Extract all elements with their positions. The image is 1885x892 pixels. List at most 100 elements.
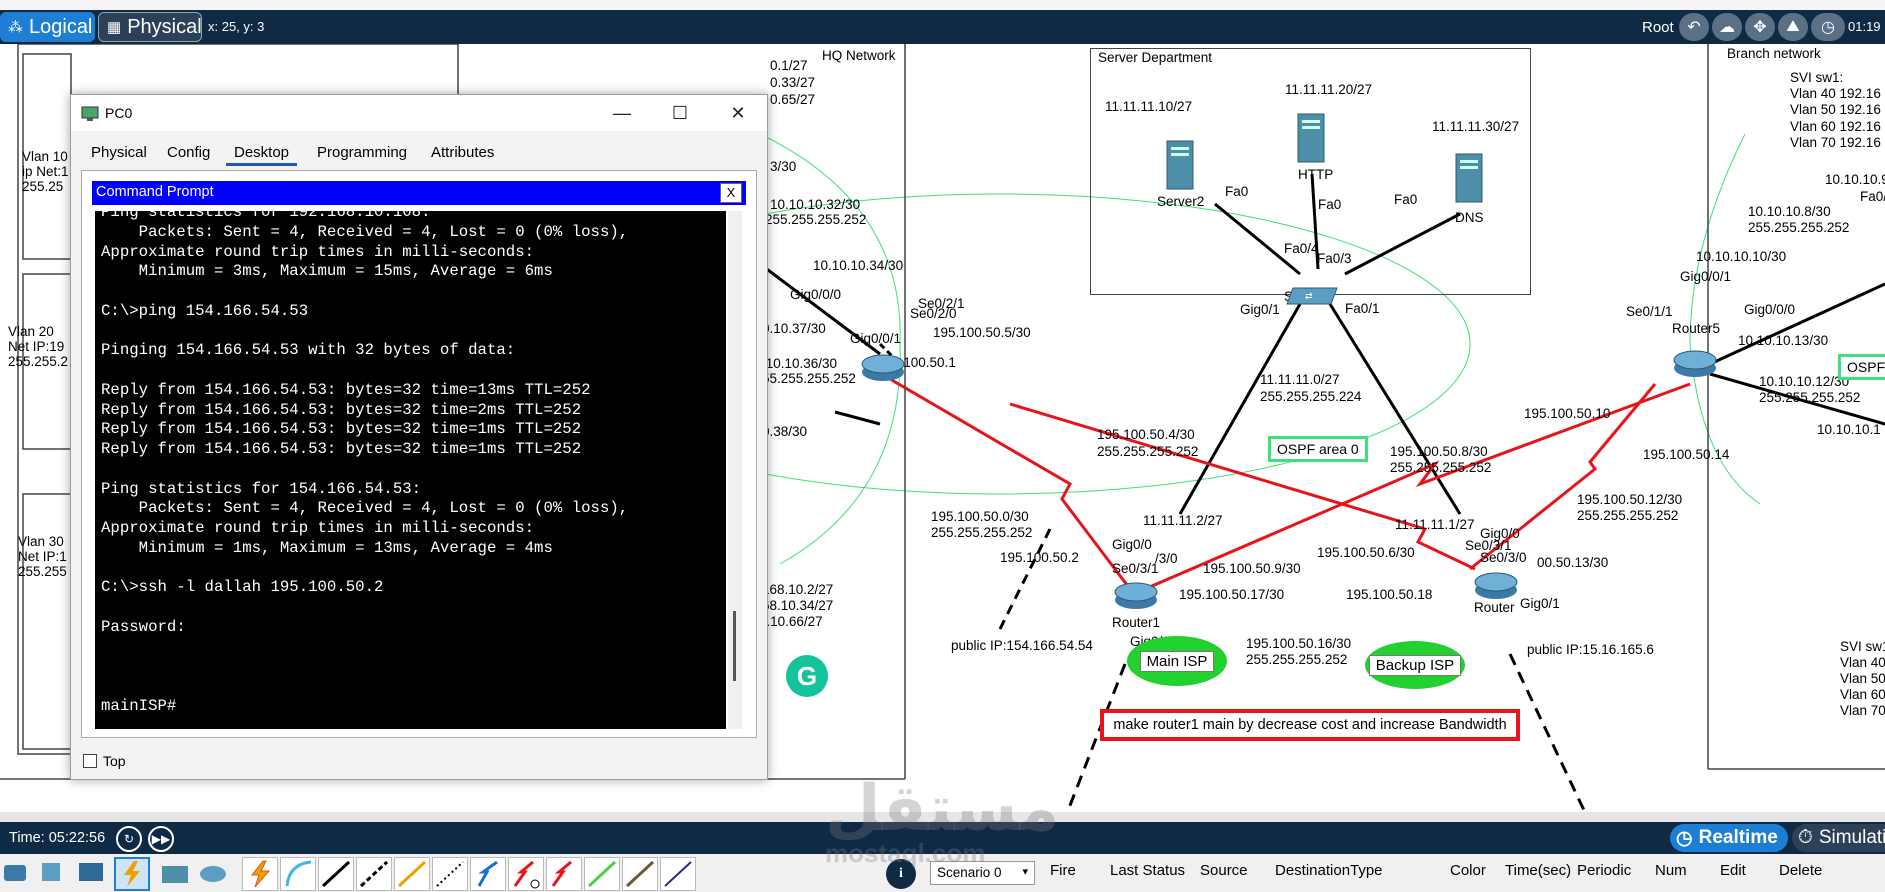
pdu-header-source[interactable]: Source bbox=[1200, 862, 1248, 879]
top-checkbox-box[interactable] bbox=[83, 754, 97, 768]
pdu-header-fire[interactable]: Fire bbox=[1050, 862, 1076, 879]
network-devices-icon[interactable] bbox=[0, 857, 36, 891]
straight-cable-icon[interactable] bbox=[318, 857, 354, 891]
dns-server-icon[interactable] bbox=[1454, 152, 1484, 204]
tab-attributes[interactable]: Attributes bbox=[423, 140, 502, 166]
label-c24: Router bbox=[1474, 600, 1515, 615]
label-vlan20: Vlan 20 bbox=[8, 324, 54, 339]
command-prompt-close-button[interactable]: X bbox=[720, 183, 742, 203]
label-b1: SVI sw1: bbox=[1790, 70, 1844, 85]
grammarly-icon[interactable]: G bbox=[785, 654, 829, 698]
octal-cable-icon[interactable] bbox=[584, 857, 620, 891]
label-b14: Router5 bbox=[1672, 321, 1721, 336]
main-isp-label: Main ISP bbox=[1139, 650, 1215, 672]
pdu-header-time-sec[interactable]: Time(sec) bbox=[1505, 862, 1571, 879]
label-c4: 255.255.255.252 bbox=[1097, 444, 1199, 459]
minimize-button[interactable]: — bbox=[599, 99, 645, 127]
phone-cable-icon[interactable] bbox=[432, 857, 468, 891]
label-s6: DNS bbox=[1455, 210, 1484, 225]
logical-icon: ⁂ bbox=[8, 19, 23, 36]
label-h19: 68.10.34/27 bbox=[762, 598, 834, 613]
image-icon[interactable]: ⛰ bbox=[1778, 13, 1808, 41]
router1-icon[interactable] bbox=[1113, 578, 1159, 612]
maximize-button[interactable]: ☐ bbox=[657, 99, 703, 127]
label-c7: 195.100.50.0/30 bbox=[931, 509, 1029, 524]
close-button[interactable]: ✕ bbox=[715, 99, 761, 127]
clock-icon[interactable]: ◷ bbox=[1811, 13, 1845, 41]
pdu-header-type[interactable]: Type bbox=[1350, 862, 1383, 879]
tab-config[interactable]: Config bbox=[159, 140, 218, 166]
label-c19: Se0/3/0 bbox=[1480, 550, 1527, 565]
console-cable-icon[interactable] bbox=[280, 857, 316, 891]
realtime-mode-button[interactable]: ◷ Realtime bbox=[1670, 824, 1788, 852]
terminal-scrollbar[interactable] bbox=[728, 211, 742, 729]
http-server-icon[interactable] bbox=[1296, 112, 1326, 164]
components-icon[interactable] bbox=[76, 857, 112, 891]
label-c3: 195.100.50.4/30 bbox=[1097, 427, 1195, 442]
end-devices-icon[interactable] bbox=[38, 857, 74, 891]
usb-cable-icon[interactable] bbox=[660, 857, 696, 891]
watermark-url: mostaql.com bbox=[825, 838, 986, 868]
hq-router-icon[interactable] bbox=[860, 350, 906, 384]
backup-router-icon[interactable] bbox=[1473, 568, 1519, 602]
label-h7: 10.10.10.34/30 bbox=[813, 258, 904, 273]
switch7-icon[interactable]: ⇄ bbox=[1285, 284, 1339, 308]
tab-physical[interactable]: Physical bbox=[83, 140, 155, 166]
back-icon[interactable]: ↶ bbox=[1679, 13, 1709, 41]
simulation-label: Simulati bbox=[1818, 827, 1885, 848]
fast-forward-icon[interactable]: ▶▶ bbox=[148, 826, 174, 852]
cloud-icon[interactable]: ☁ bbox=[1712, 13, 1742, 41]
label-b20: Vlan 40 bbox=[1840, 655, 1885, 670]
terminal-output-area[interactable]: Ping statistics for 192.168.10.108: Pack… bbox=[95, 211, 726, 729]
label-mask3: 255.255 bbox=[18, 564, 67, 579]
label-s2: 11.11.11.20/27 bbox=[1285, 82, 1373, 97]
pc0-titlebar[interactable]: PC0 — ☐ ✕ bbox=[71, 95, 767, 131]
packet-tracer-app: ⁂ Logical ▦ Physical x: 25, y: 3 Root ↶ … bbox=[0, 0, 1885, 892]
iot-cable-icon[interactable] bbox=[622, 857, 658, 891]
reset-time-icon[interactable]: ↻ bbox=[116, 826, 142, 852]
simulation-mode-button[interactable]: ⏱ Simulati bbox=[1792, 824, 1885, 852]
server2-icon[interactable] bbox=[1165, 139, 1195, 191]
tab-programming[interactable]: Programming bbox=[309, 140, 415, 166]
label-b5: Vlan 70 192.16 bbox=[1790, 135, 1881, 150]
crossover-cable-icon[interactable] bbox=[356, 857, 392, 891]
serial-dce-cable-icon[interactable] bbox=[508, 857, 544, 891]
cloud-device-icon[interactable] bbox=[198, 857, 234, 891]
pdu-header-edit[interactable]: Edit bbox=[1720, 862, 1746, 879]
pdu-header-color[interactable]: Color bbox=[1450, 862, 1486, 879]
label-b4: Vlan 60 192.16 bbox=[1790, 119, 1881, 134]
logical-workspace[interactable]: HQ Network Server Department Branch netw… bbox=[0, 44, 1885, 812]
top-checkbox[interactable]: Top bbox=[83, 753, 126, 769]
pdu-header-periodic[interactable]: Periodic bbox=[1577, 862, 1631, 879]
label-ipnet: ip Net:1 bbox=[22, 164, 69, 179]
label-c1: 11.11.11.0/27 bbox=[1260, 372, 1340, 387]
coaxial-cable-icon[interactable] bbox=[470, 857, 506, 891]
command-prompt-header: Command Prompt X bbox=[92, 181, 746, 205]
physical-mode-button[interactable]: ▦ Physical bbox=[98, 12, 202, 42]
branch-network-title: Branch network bbox=[1727, 46, 1821, 61]
move-icon[interactable]: ✥ bbox=[1745, 13, 1775, 41]
physical-icon: ▦ bbox=[107, 19, 122, 36]
folder-icon[interactable] bbox=[160, 857, 196, 891]
pdu-header-last-status[interactable]: Last Status bbox=[1110, 862, 1185, 879]
hq-network-title: HQ Network bbox=[822, 48, 896, 63]
pdu-header-delete[interactable]: Delete bbox=[1779, 862, 1822, 879]
fiber-cable-icon[interactable] bbox=[394, 857, 430, 891]
tab-desktop[interactable]: Desktop bbox=[226, 140, 298, 166]
pdu-header-num[interactable]: Num bbox=[1655, 862, 1687, 879]
serial-dte-cable-icon[interactable] bbox=[546, 857, 582, 891]
physical-label: Physical bbox=[127, 15, 202, 38]
label-c6: 255.255.255.252 bbox=[1390, 460, 1492, 475]
pc0-window[interactable]: PC0 — ☐ ✕ Physical Config Desktop Progra… bbox=[70, 94, 768, 780]
simulation-icon: ⏱ bbox=[1798, 827, 1813, 848]
pdu-header-destination[interactable]: Destination bbox=[1275, 862, 1350, 879]
label-b23: Vlan 70 bbox=[1840, 703, 1885, 718]
label-c30: public IP:15.16.165.6 bbox=[1527, 642, 1654, 657]
connections-icon[interactable] bbox=[114, 857, 150, 891]
label-h4: 3/30 bbox=[770, 159, 797, 174]
label-h17: 0.38/30 bbox=[762, 424, 808, 439]
auto-connection-icon[interactable] bbox=[242, 857, 278, 891]
scrollbar-thumb[interactable] bbox=[733, 611, 736, 681]
router5-icon[interactable] bbox=[1672, 346, 1718, 380]
logical-mode-button[interactable]: ⁂ Logical bbox=[0, 12, 95, 42]
